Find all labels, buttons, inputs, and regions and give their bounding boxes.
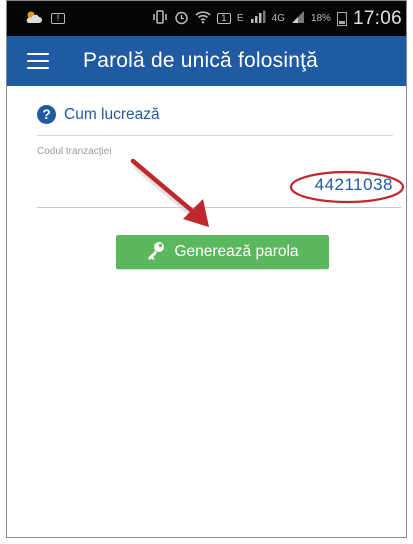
key-icon [146, 240, 166, 265]
signal-strength-icon [250, 10, 266, 27]
weather-icon [25, 10, 43, 27]
hamburger-menu-icon[interactable] [27, 53, 49, 69]
transaction-code-underline [37, 207, 401, 208]
page-title: Parolă de unică folosinţă [83, 49, 318, 72]
question-circle-icon: ? [37, 105, 56, 124]
network-4g-label: 4G [271, 13, 285, 24]
red-arrow-head [183, 199, 209, 227]
arrow-shadow [133, 163, 207, 227]
phone-screen: ! 1 E 4G 18% 17:06 Parolă de unică folos… [6, 0, 407, 538]
battery-percent: 18% [310, 13, 331, 24]
transaction-code-value: 44211038 [314, 175, 393, 194]
sim-one-icon: 1 [216, 13, 231, 24]
network-type-label: E [236, 13, 244, 24]
generate-password-label: Generează parola [174, 243, 299, 260]
battery-icon [336, 11, 347, 26]
transaction-code-label: Codul tranzacţiei [37, 146, 112, 157]
how-it-works-label: Cum lucrează [64, 105, 160, 123]
notification-alert-icon: ! [51, 13, 65, 24]
generate-password-button[interactable]: Generează parola [116, 235, 329, 269]
how-it-works-link[interactable]: ? Cum lucrează [37, 105, 160, 124]
mute-vibrate-icon [152, 10, 168, 27]
status-bar: ! 1 E 4G 18% 17:06 [7, 1, 406, 36]
clock-time: 17:06 [352, 7, 402, 29]
signal-strength-secondary-icon [291, 10, 305, 27]
divider [37, 135, 393, 136]
alarm-icon [174, 10, 189, 28]
wifi-icon [195, 10, 211, 27]
app-bar: Parolă de unică folosinţă [7, 36, 406, 86]
